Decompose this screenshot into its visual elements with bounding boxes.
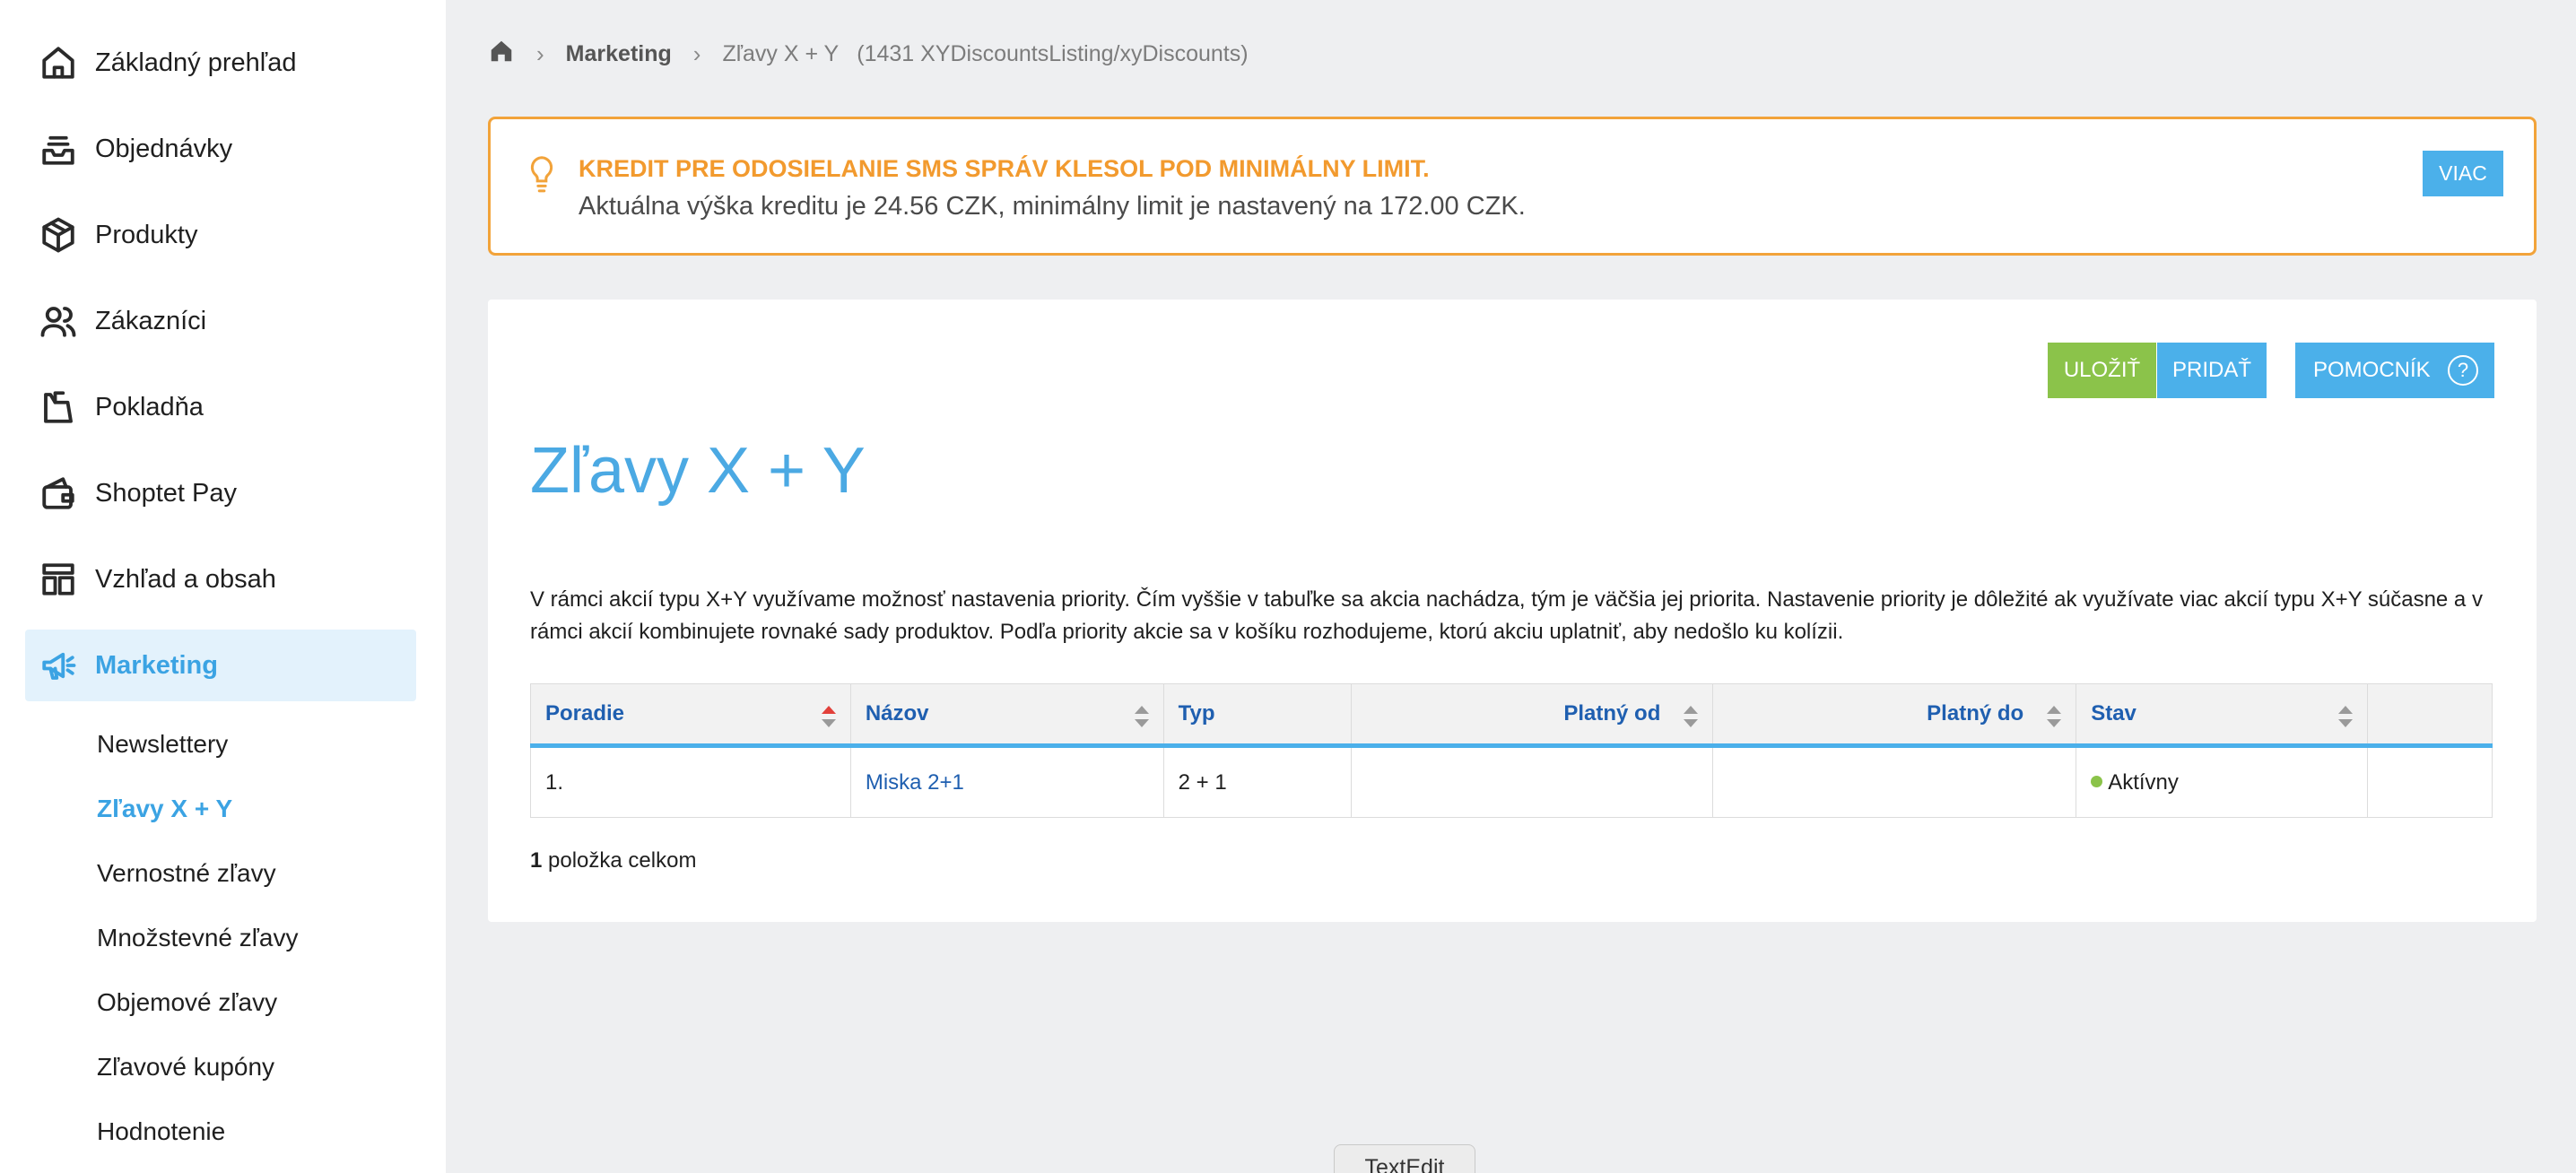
cell-order: 1. bbox=[530, 745, 851, 818]
sort-icon[interactable] bbox=[821, 706, 836, 727]
column-header-label: Poradie bbox=[545, 701, 625, 726]
cell-valid-to bbox=[1712, 745, 2077, 818]
item-count-text: položka celkom bbox=[542, 848, 697, 873]
sidebar-subitem-reviews[interactable]: Hodnotenie bbox=[97, 1114, 225, 1150]
box-icon bbox=[25, 199, 95, 271]
status-active-icon bbox=[2091, 775, 2103, 787]
layout-icon bbox=[25, 543, 95, 615]
sidebar-item-label: Pokladňa bbox=[95, 392, 204, 421]
alert-title: KREDIT PRE ODOSIELANIE SMS SPRÁV KLESOL … bbox=[579, 155, 1430, 182]
home-icon[interactable] bbox=[488, 38, 515, 71]
discounts-table: Poradie Názov Typ Platný od Platný do St… bbox=[530, 683, 2493, 818]
table-header-row: Poradie Názov Typ Platný od Platný do St… bbox=[530, 683, 2493, 748]
column-header-type: Typ bbox=[1162, 683, 1352, 748]
page-title: Zľavy X + Y bbox=[530, 435, 866, 507]
sort-icon[interactable] bbox=[2338, 706, 2354, 727]
sort-icon[interactable] bbox=[1684, 706, 1699, 727]
save-button[interactable]: ULOŽIŤ bbox=[2048, 343, 2156, 398]
cell-valid-from bbox=[1350, 745, 1714, 818]
main-card: ULOŽIŤ PRIDAŤ POMOCNÍK ? Zľavy X + Y V r… bbox=[488, 300, 2537, 922]
home-icon bbox=[25, 27, 95, 99]
sidebar-item-label: Marketing bbox=[95, 650, 218, 680]
alert-more-button[interactable]: VIAC bbox=[2423, 151, 2503, 196]
status-label: Aktívny bbox=[2108, 769, 2179, 795]
sidebar-item-label: Produkty bbox=[95, 220, 198, 249]
sidebar-item-customers[interactable]: Zákazníci bbox=[25, 285, 416, 357]
breadcrumb: › Marketing › Zľavy X + Y (1431 XYDiscou… bbox=[488, 36, 1249, 72]
column-header-label: Typ bbox=[1178, 701, 1215, 726]
help-button-label: POMOCNÍK bbox=[2313, 358, 2431, 382]
megaphone-icon bbox=[25, 630, 95, 701]
sidebar-subitem-loyalty-discounts[interactable]: Vernostné zľavy bbox=[97, 856, 276, 891]
column-header-valid-from[interactable]: Platný od bbox=[1350, 683, 1714, 748]
column-header-valid-to[interactable]: Platný do bbox=[1712, 683, 2077, 748]
sidebar-item-marketing[interactable]: Marketing bbox=[25, 630, 416, 701]
item-count: 1 položka celkom bbox=[530, 848, 696, 873]
inbox-icon bbox=[25, 113, 95, 185]
discount-name-link[interactable]: Miska 2+1 bbox=[866, 770, 964, 795]
chevron-right-icon: › bbox=[536, 39, 544, 67]
sidebar: Základný prehľad Objednávky Produkty Zák… bbox=[0, 0, 446, 1173]
sort-icon[interactable] bbox=[2047, 706, 2062, 727]
sidebar-item-appearance[interactable]: Vzhľad a obsah bbox=[25, 543, 416, 615]
column-header-label: Platný od bbox=[1563, 701, 1661, 726]
sidebar-subitem-newsletters[interactable]: Newslettery bbox=[97, 726, 228, 762]
sidebar-subitem-xy-discounts[interactable]: Zľavy X + Y bbox=[97, 791, 232, 827]
cell-type: 2 + 1 bbox=[1162, 745, 1352, 818]
wallet-icon bbox=[25, 457, 95, 529]
sidebar-item-label: Objednávky bbox=[95, 134, 233, 163]
question-icon: ? bbox=[2448, 355, 2478, 386]
cell-status: Aktívny bbox=[2076, 745, 2369, 818]
sidebar-item-label: Zákazníci bbox=[95, 306, 207, 335]
sidebar-item-label: Vzhľad a obsah bbox=[95, 564, 276, 594]
add-button[interactable]: PRIDAŤ bbox=[2157, 343, 2267, 398]
page-description: V rámci akcií typu X+Y využívame možnosť… bbox=[530, 587, 2483, 644]
sidebar-subitem-volume-discounts[interactable]: Objemové zľavy bbox=[97, 985, 277, 1021]
register-icon bbox=[25, 371, 95, 443]
sidebar-subitem-coupons[interactable]: Zľavové kupóny bbox=[97, 1049, 274, 1085]
sidebar-item-label: Základný prehľad bbox=[95, 48, 297, 77]
cell-name: Miska 2+1 bbox=[849, 745, 1164, 818]
column-header-order[interactable]: Poradie bbox=[530, 683, 851, 748]
chevron-right-icon: › bbox=[692, 39, 701, 67]
sidebar-item-dashboard[interactable]: Základný prehľad bbox=[25, 27, 416, 99]
column-header-label: Stav bbox=[2091, 701, 2137, 726]
sms-credit-alert: KREDIT PRE ODOSIELANIE SMS SPRÁV KLESOL … bbox=[488, 117, 2537, 256]
dock-tooltip: TextEdit bbox=[1334, 1144, 1475, 1173]
cell-actions bbox=[2367, 745, 2493, 818]
item-count-number: 1 bbox=[530, 848, 543, 873]
column-header-actions bbox=[2367, 683, 2493, 748]
column-header-status[interactable]: Stav bbox=[2076, 683, 2369, 748]
column-header-label: Platný do bbox=[1927, 701, 2024, 726]
sidebar-item-orders[interactable]: Objednávky bbox=[25, 113, 416, 185]
lightbulb-icon bbox=[530, 156, 553, 193]
help-button[interactable]: POMOCNÍK ? bbox=[2295, 343, 2494, 398]
table-row[interactable]: 1. Miska 2+1 2 + 1 Aktívny bbox=[530, 745, 2493, 818]
sidebar-subitem-quantity-discounts[interactable]: Množstevné zľavy bbox=[97, 920, 298, 956]
sidebar-item-products[interactable]: Produkty bbox=[25, 199, 416, 271]
breadcrumb-current: Zľavy X + Y bbox=[722, 40, 840, 66]
sidebar-item-label: Shoptet Pay bbox=[95, 478, 237, 508]
sort-icon[interactable] bbox=[1134, 706, 1149, 727]
alert-text: Aktuálna výška kreditu je 24.56 CZK, min… bbox=[579, 192, 1526, 221]
breadcrumb-code: (1431 XYDiscountsListing/xyDiscounts) bbox=[857, 40, 1249, 66]
breadcrumb-section[interactable]: Marketing bbox=[566, 41, 672, 67]
sidebar-item-register[interactable]: Pokladňa bbox=[25, 371, 416, 443]
column-header-name[interactable]: Názov bbox=[849, 683, 1164, 748]
column-header-label: Názov bbox=[865, 701, 929, 726]
users-icon bbox=[25, 285, 95, 357]
sidebar-item-shoptet-pay[interactable]: Shoptet Pay bbox=[25, 457, 416, 529]
